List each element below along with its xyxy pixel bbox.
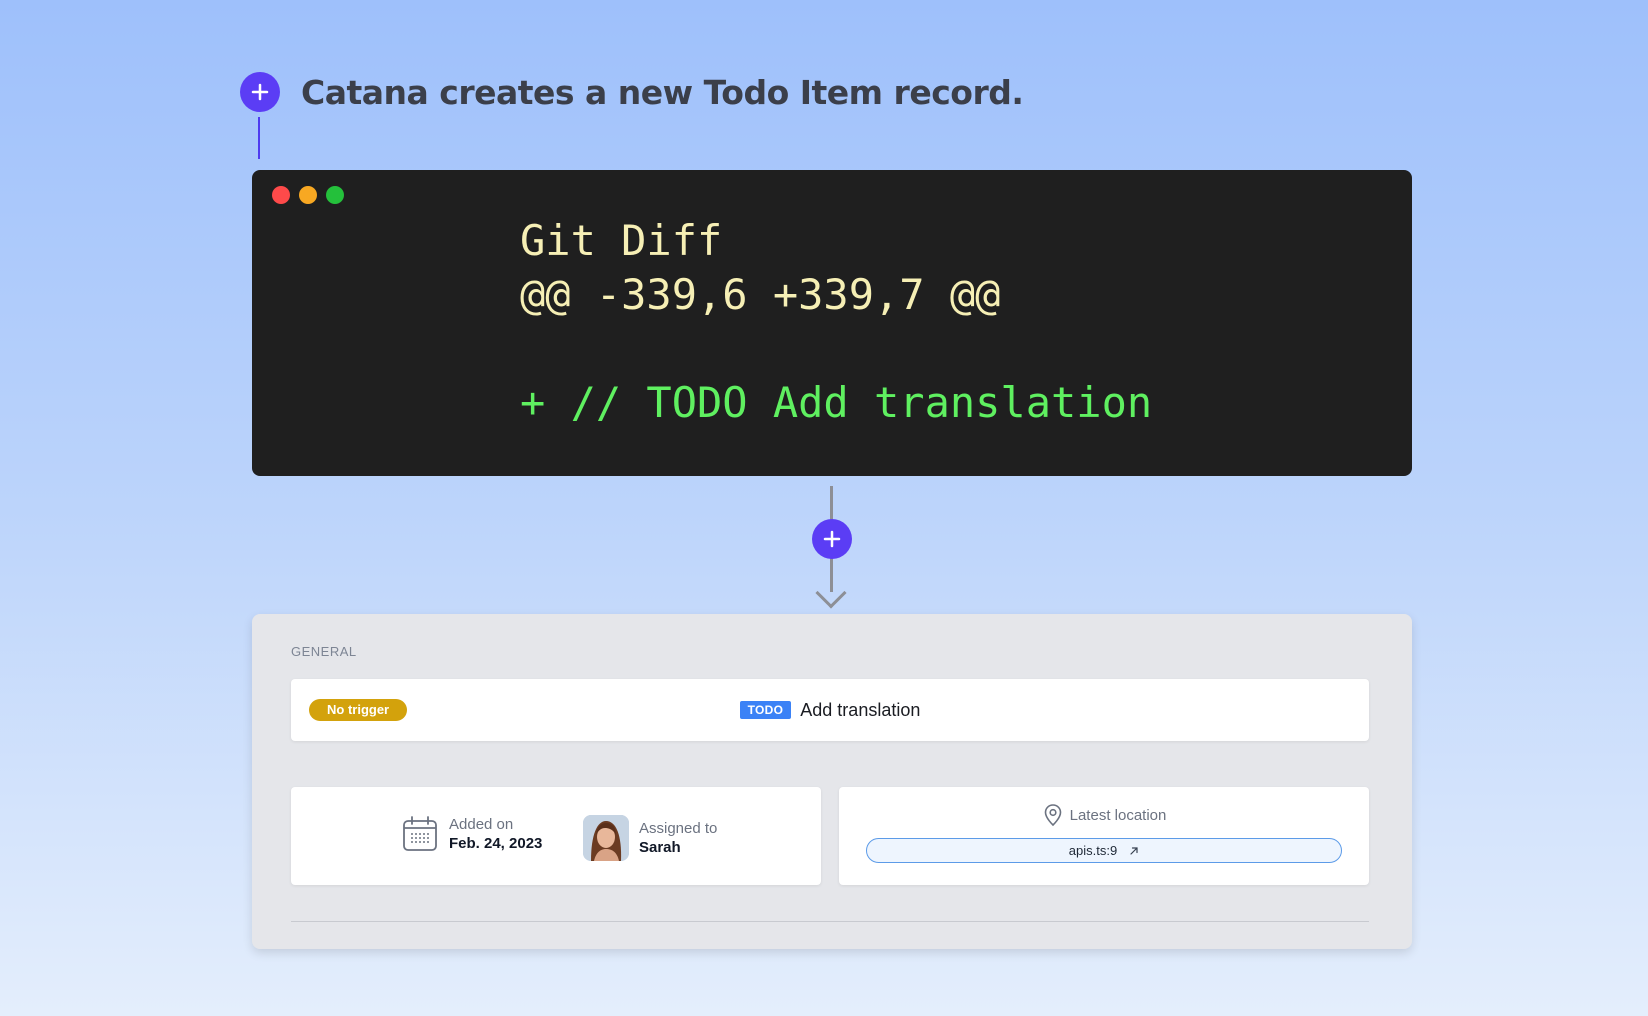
plus-icon xyxy=(240,72,280,112)
location-value: apis.ts:9 xyxy=(1068,843,1118,858)
diff-code: Git Diff @@ -339,6 +339,7 @@ + // TODO A… xyxy=(520,214,1152,430)
plus-icon xyxy=(812,519,852,559)
added-on-value: Feb. 24, 2023 xyxy=(449,835,543,852)
assigned-to: Assigned to Sarah xyxy=(583,815,717,861)
close-dot-icon[interactable] xyxy=(272,186,290,204)
location-header: Latest location xyxy=(839,803,1369,827)
added-on: Added on Feb. 24, 2023 xyxy=(401,815,542,853)
assigned-to-label: Assigned to xyxy=(639,820,718,837)
diff-hunk-header: @@ -339,6 +339,7 @@ xyxy=(520,270,1001,319)
timeline-connector xyxy=(258,117,260,159)
minimize-dot-icon[interactable] xyxy=(299,186,317,204)
diff-added-line: + // TODO Add translation xyxy=(520,378,1153,427)
location-label: Latest location xyxy=(1069,806,1167,824)
section-label: GENERAL xyxy=(291,644,357,659)
step-header: Catana creates a new Todo Item record. xyxy=(240,72,1024,112)
location-link[interactable]: apis.ts:9 xyxy=(866,838,1342,863)
added-on-label: Added on xyxy=(449,816,514,833)
git-diff-terminal: Git Diff @@ -339,6 +339,7 @@ + // TODO A… xyxy=(252,170,1412,476)
maximize-dot-icon[interactable] xyxy=(326,186,344,204)
arrow-down-icon xyxy=(815,577,847,609)
calendar-icon xyxy=(403,816,437,851)
step-title: Catana creates a new Todo Item record. xyxy=(301,72,1024,112)
avatar xyxy=(583,815,629,861)
todo-record-card: GENERAL No trigger TODO Add translation … xyxy=(252,614,1412,949)
location-card: Latest location apis.ts:9 xyxy=(839,787,1369,885)
divider xyxy=(291,921,1369,922)
todo-title: Add translation xyxy=(800,699,921,720)
window-controls xyxy=(272,186,344,204)
diff-blank-line xyxy=(520,322,1152,376)
meta-card: Added on Feb. 24, 2023 Assigned to Sarah xyxy=(291,787,821,885)
todo-title-row: No trigger TODO Add translation xyxy=(291,679,1369,741)
todo-tag: TODO xyxy=(739,701,792,719)
map-pin-icon xyxy=(1044,804,1061,827)
diff-heading: Git Diff xyxy=(520,216,723,265)
assigned-to-value: Sarah xyxy=(639,839,681,856)
external-link-icon xyxy=(1130,846,1138,855)
